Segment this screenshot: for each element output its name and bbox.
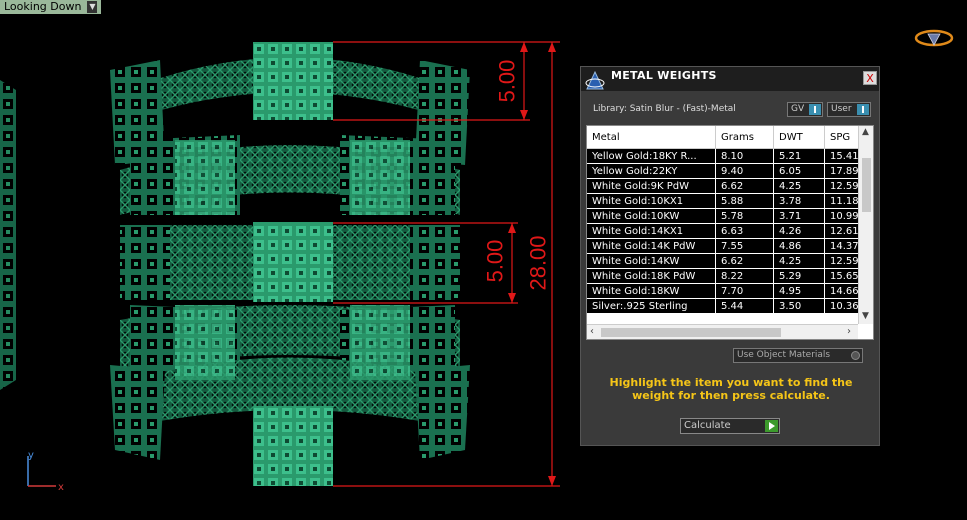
gv-toggle[interactable]: GV bbox=[787, 102, 823, 117]
calculate-button[interactable]: Calculate bbox=[680, 418, 780, 434]
scroll-up-icon[interactable]: ▲ bbox=[862, 127, 869, 137]
dwt-cell: 5.21 bbox=[773, 148, 825, 164]
metal-cell: White Gold:18K PdW bbox=[587, 268, 716, 284]
panel-title: METAL WEIGHTS bbox=[611, 69, 717, 82]
rhino-logo-icon bbox=[585, 70, 605, 90]
column-header-grams[interactable]: Grams bbox=[715, 126, 774, 149]
dwt-cell: 3.71 bbox=[773, 208, 825, 224]
metal-cell: White Gold:14KX1 bbox=[587, 223, 716, 239]
metal-weights-panel: METAL WEIGHTS X Library: Satin Blur - (F… bbox=[580, 66, 880, 446]
metal-cell: Silver:.925 Sterling bbox=[587, 298, 716, 314]
grams-cell: 5.78 bbox=[715, 208, 774, 224]
dimension-total-height: 28.00 bbox=[525, 235, 551, 291]
panel-title-bar[interactable]: METAL WEIGHTS X bbox=[581, 67, 879, 91]
grams-cell: 5.44 bbox=[715, 298, 774, 314]
dwt-cell: 4.25 bbox=[773, 178, 825, 194]
dwt-cell: 4.95 bbox=[773, 283, 825, 299]
table-row[interactable]: White Gold:14KW 6.62 4.25 12.59 bbox=[587, 253, 871, 269]
user-toggle-label: User bbox=[831, 104, 852, 114]
metal-cell: White Gold:10KX1 bbox=[587, 193, 716, 209]
dwt-cell: 3.50 bbox=[773, 298, 825, 314]
table-row[interactable]: Yellow Gold:22KY 9.40 6.05 17.89 bbox=[587, 163, 871, 179]
play-arrow-icon bbox=[765, 420, 778, 432]
grams-cell: 9.40 bbox=[715, 163, 774, 179]
user-toggle[interactable]: User bbox=[827, 102, 871, 117]
toggle-switch-icon bbox=[809, 104, 821, 115]
dwt-cell: 6.05 bbox=[773, 163, 825, 179]
grams-cell: 6.62 bbox=[715, 253, 774, 269]
instruction-text: Highlight the item you want to find the … bbox=[609, 376, 853, 402]
dwt-cell: 3.78 bbox=[773, 193, 825, 209]
vertical-scrollbar[interactable]: ▲ ▼ bbox=[858, 126, 873, 324]
scroll-right-icon[interactable]: › bbox=[847, 326, 851, 337]
grams-cell: 7.55 bbox=[715, 238, 774, 254]
table-header-row: Metal Grams DWT SPG bbox=[587, 126, 871, 149]
grams-cell: 8.22 bbox=[715, 268, 774, 284]
table-row[interactable]: White Gold:18K PdW 8.22 5.29 15.65 bbox=[587, 268, 871, 284]
dwt-cell: 4.26 bbox=[773, 223, 825, 239]
horizontal-scrollbar[interactable]: ‹ › bbox=[587, 324, 858, 339]
calculate-label: Calculate bbox=[684, 420, 731, 431]
dimension-band-middle: 5.00 bbox=[482, 239, 508, 283]
table-row[interactable]: White Gold:14K PdW 7.55 4.86 14.37 bbox=[587, 238, 871, 254]
gv-toggle-label: GV bbox=[791, 104, 805, 114]
toggle-switch-icon bbox=[857, 104, 869, 115]
scroll-down-icon[interactable]: ▼ bbox=[862, 311, 869, 321]
column-header-dwt[interactable]: DWT bbox=[773, 126, 825, 149]
axis-x-label: x bbox=[58, 482, 64, 492]
metal-cell: Yellow Gold:22KY bbox=[587, 163, 716, 179]
axis-gizmo: y x bbox=[22, 448, 72, 496]
scroll-thumb[interactable] bbox=[601, 328, 781, 337]
dwt-cell: 5.29 bbox=[773, 268, 825, 284]
dwt-cell: 4.25 bbox=[773, 253, 825, 269]
table-row[interactable]: White Gold:10KX1 5.88 3.78 11.18 bbox=[587, 193, 871, 209]
table-row[interactable]: White Gold:14KX1 6.63 4.26 12.61 bbox=[587, 223, 871, 239]
metal-cell: White Gold:10KW bbox=[587, 208, 716, 224]
table-row[interactable]: Silver:.925 Sterling 5.44 3.50 10.36 bbox=[587, 298, 871, 314]
dimension-band-top: 5.00 bbox=[494, 59, 520, 103]
grams-cell: 6.62 bbox=[715, 178, 774, 194]
navigation-cube-icon[interactable] bbox=[914, 28, 954, 48]
close-button[interactable]: X bbox=[863, 71, 877, 85]
table-row[interactable]: White Gold:9K PdW 6.62 4.25 12.59 bbox=[587, 178, 871, 194]
use-object-materials-toggle[interactable]: Use Object Materials bbox=[733, 348, 863, 363]
scroll-thumb[interactable] bbox=[862, 158, 871, 212]
metal-cell: White Gold:14K PdW bbox=[587, 238, 716, 254]
table-row[interactable]: Yellow Gold:18KY R... 8.10 5.21 15.41 bbox=[587, 148, 871, 164]
table-row[interactable]: White Gold:18KW 7.70 4.95 14.66 bbox=[587, 283, 871, 299]
use-object-materials-label: Use Object Materials bbox=[737, 350, 831, 360]
table-row[interactable]: White Gold:10KW 5.78 3.71 10.99 bbox=[587, 208, 871, 224]
column-header-metal[interactable]: Metal bbox=[587, 126, 716, 149]
radio-icon bbox=[851, 351, 860, 360]
left-lattice bbox=[0, 80, 16, 390]
metal-cell: White Gold:9K PdW bbox=[587, 178, 716, 194]
metal-cell: White Gold:14KW bbox=[587, 253, 716, 269]
dwt-cell: 4.86 bbox=[773, 238, 825, 254]
metal-cell: Yellow Gold:18KY R... bbox=[587, 148, 716, 164]
metal-cell: White Gold:18KW bbox=[587, 283, 716, 299]
grams-cell: 5.88 bbox=[715, 193, 774, 209]
grams-cell: 6.63 bbox=[715, 223, 774, 239]
scroll-left-icon[interactable]: ‹ bbox=[590, 326, 594, 337]
axis-y-label: y bbox=[28, 450, 34, 461]
grams-cell: 7.70 bbox=[715, 283, 774, 299]
metal-table[interactable]: Metal Grams DWT SPG Yellow Gold:18KY R..… bbox=[586, 125, 874, 340]
grams-cell: 8.10 bbox=[715, 148, 774, 164]
library-label: Library: Satin Blur - (Fast)-Metal bbox=[593, 104, 736, 114]
